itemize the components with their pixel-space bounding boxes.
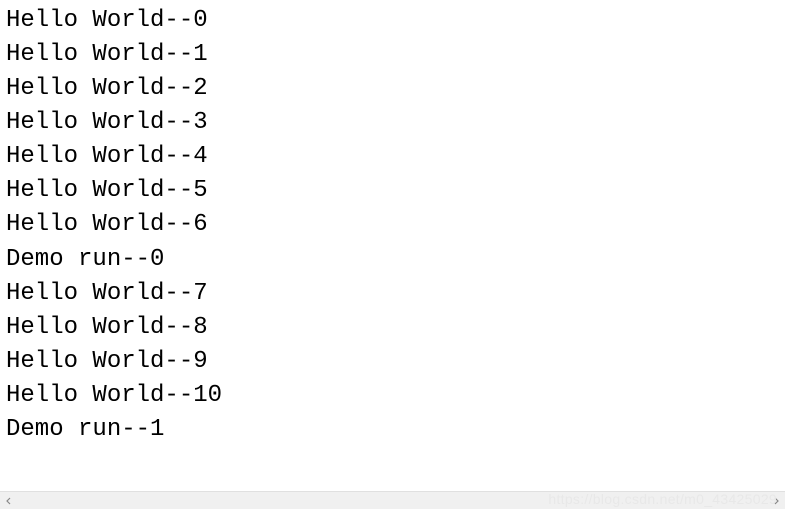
console-line: Hello World--2 [6, 72, 779, 106]
console-line: Hello World--1 [6, 38, 779, 72]
scrollbar-track[interactable] [18, 492, 767, 509]
horizontal-scrollbar[interactable] [0, 491, 785, 509]
console-line: Hello World--9 [6, 345, 779, 379]
scroll-right-arrow-icon[interactable] [767, 492, 785, 510]
console-line: Hello World--4 [6, 140, 779, 174]
console-line: Hello World--5 [6, 174, 779, 208]
console-line: Hello World--8 [6, 311, 779, 345]
console-line: Hello World--3 [6, 106, 779, 140]
console-line: Demo run--0 [6, 243, 779, 277]
console-line: Hello World--6 [6, 208, 779, 242]
scroll-left-arrow-icon[interactable] [0, 492, 18, 510]
console-line: Hello World--0 [6, 4, 779, 38]
console-line: Demo run--1 [6, 413, 779, 447]
console-line: Hello World--10 [6, 379, 779, 413]
console-output: Hello World--0 Hello World--1 Hello Worl… [0, 0, 785, 489]
console-line: Hello World--7 [6, 277, 779, 311]
